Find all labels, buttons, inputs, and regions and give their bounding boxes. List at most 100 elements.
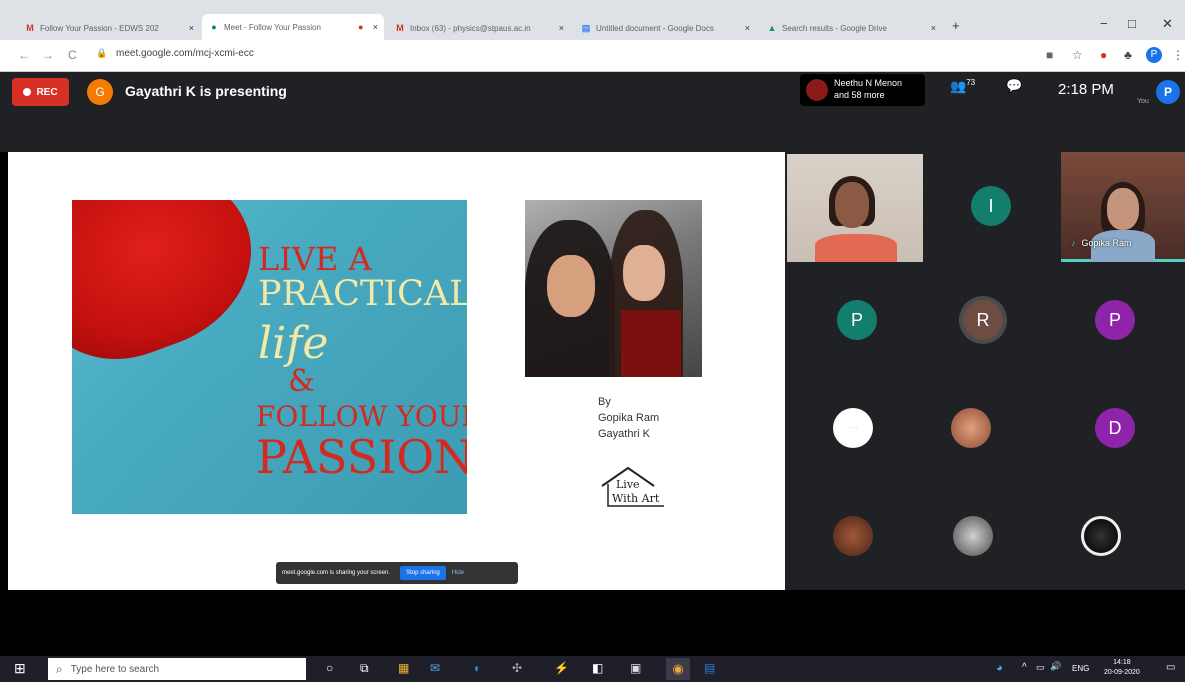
tab-close-icon[interactable]: × [931, 23, 936, 33]
extension-icon[interactable]: ● [1100, 48, 1107, 62]
tab-close-icon[interactable]: × [189, 23, 194, 33]
participant-tile[interactable]: · · · [789, 374, 913, 480]
heart-image [72, 200, 277, 383]
participant-photo-avatar [1081, 516, 1121, 556]
tab-close-icon[interactable]: × [559, 23, 564, 33]
poster-line-2: PRACTICAL [258, 274, 467, 314]
browser-tab-bar: M Follow Your Passion - EDWS 202 × ● Mee… [0, 0, 1185, 40]
poster-line-3: life [258, 318, 329, 369]
gmail-icon: M [26, 23, 34, 33]
screen: M Follow Your Passion - EDWS 202 × ● Mee… [0, 0, 1185, 682]
bookmark-star-icon[interactable]: ☆ [1072, 48, 1083, 62]
gmail-icon: M [396, 23, 404, 33]
tab-close-icon[interactable]: × [373, 22, 378, 32]
chat-button[interactable]: 💬 [1006, 78, 1022, 94]
forward-button[interactable]: → [42, 48, 54, 62]
new-tab-button[interactable]: + [952, 18, 960, 33]
minimize-button[interactable]: − [1100, 16, 1108, 31]
hide-button[interactable]: Hide [452, 570, 464, 576]
credits-name-1: Gopika Ram [598, 412, 660, 424]
participant-tile[interactable] [789, 482, 913, 588]
participant-tile[interactable]: I [927, 152, 1051, 258]
participant-tile[interactable]: P [793, 266, 917, 372]
tab-meet[interactable]: ● Meet - Follow Your Passion ● × [202, 14, 384, 40]
people-button[interactable]: 👥73 [950, 78, 975, 94]
live-with-art-logo: Live With Art [598, 464, 668, 508]
app-icon[interactable]: ▣ [630, 661, 641, 675]
participant-tile[interactable] [1037, 482, 1161, 588]
video-face [1107, 188, 1139, 230]
people-icon: 👥 [950, 78, 967, 94]
app-icon[interactable]: ✣ [512, 661, 522, 675]
windows-start-icon[interactable]: ⊞ [14, 660, 26, 677]
poster-line-6: PASSION [256, 430, 467, 484]
participant-photo-avatar [951, 408, 991, 448]
participant-tile[interactable] [907, 374, 1031, 480]
reload-button[interactable]: C [68, 48, 77, 62]
participant-tile[interactable]: D [1051, 374, 1175, 480]
volume-icon[interactable]: 🔊 [1050, 661, 1061, 672]
participant-video-tile[interactable] [787, 154, 923, 262]
participant-avatar: D [1095, 408, 1135, 448]
participant-photo-avatar [953, 516, 993, 556]
taskbar-search-box[interactable]: ⌕ Type here to search [48, 658, 306, 680]
word-icon[interactable]: ▤ [704, 661, 715, 675]
poster-line-1: LIVE A [258, 240, 372, 278]
tab-label: Inbox (63) - physics@stpaus.ac.in [410, 23, 531, 33]
participant-video-tile-speaking[interactable]: ♪ Gopika Ram [1061, 152, 1185, 262]
poster-line-4: & [288, 364, 315, 399]
mail-icon[interactable]: ✉ [430, 661, 440, 675]
app-icon[interactable]: ⚡ [554, 661, 569, 675]
extension-icon[interactable]: ■ [1046, 48, 1053, 62]
screen-share-bar: meet.google.com is sharing your screen. … [276, 562, 518, 584]
chrome-icon[interactable]: ◉ [666, 658, 690, 680]
profile-avatar[interactable]: P [1146, 47, 1162, 63]
edge-icon[interactable]: ◐ [474, 661, 481, 675]
maximize-button[interactable]: □ [1128, 16, 1136, 31]
taskbar-clock[interactable]: 14:18 20-09-2020 [1104, 658, 1140, 678]
participant-tile[interactable]: R [919, 266, 1043, 372]
tray-chevron-icon[interactable]: ^ [1022, 662, 1027, 673]
cortana-icon[interactable]: ○ [326, 661, 333, 675]
menu-icon[interactable]: ⋮ [1172, 48, 1184, 62]
photo-dress [621, 310, 681, 377]
file-explorer-icon[interactable]: ▦ [398, 661, 409, 675]
photo-face [547, 255, 595, 317]
tray-app-icon[interactable]: ◕ [996, 662, 1003, 674]
chat-icon: 💬 [1006, 78, 1023, 93]
recording-dot-icon: ● [358, 22, 364, 32]
url-field[interactable]: 🔒 meet.google.com/mcj-xcmi-ecc [96, 48, 254, 59]
back-button[interactable]: ← [18, 48, 30, 62]
poster-line-5: FOLLOW YOUR [256, 400, 467, 433]
close-window-button[interactable]: ✕ [1162, 16, 1173, 32]
battery-icon[interactable]: ▭ [1036, 662, 1045, 673]
tab-close-icon[interactable]: × [745, 23, 750, 33]
participant-tile[interactable]: P [1051, 266, 1175, 372]
participant-avatar: R [963, 300, 1003, 340]
logo-text-2: With Art [612, 492, 660, 505]
you-label: You [1137, 98, 1149, 105]
participant-photo-avatar: · · · [833, 408, 873, 448]
self-avatar[interactable]: P [1156, 80, 1180, 104]
language-indicator[interactable]: ENG [1072, 664, 1089, 673]
participant-avatar: P [837, 300, 877, 340]
tab-google-docs[interactable]: ▤ Untitled document - Google Docs × [574, 16, 756, 40]
participants-grid: I ♪ Gopika Ram P R P · · · D [785, 152, 1185, 590]
meet-top-bar: REC G Gayathri K is presenting Neethu N … [0, 72, 1185, 152]
participant-name-label: ♪ Gopika Ram [1071, 238, 1132, 248]
store-icon[interactable]: ◧ [592, 661, 603, 675]
tab-follow-your-passion[interactable]: M Follow Your Passion - EDWS 202 × [18, 16, 200, 40]
participant-tile[interactable] [909, 482, 1033, 588]
windows-taskbar: ⊞ ⌕ Type here to search ○ ⧉ ▦ ✉ ◐ ✣ ⚡ ◧ … [0, 656, 1185, 682]
tab-inbox[interactable]: M Inbox (63) - physics@stpaus.ac.in × [388, 16, 570, 40]
notification-icon[interactable]: ▭ [1166, 662, 1175, 673]
participant-avatar: P [1095, 300, 1135, 340]
stop-sharing-button[interactable]: Stop sharing [400, 566, 446, 580]
task-view-icon[interactable]: ⧉ [360, 661, 369, 676]
participant-name: Gopika Ram [1081, 238, 1132, 248]
extensions-puzzle-icon[interactable]: ♣ [1124, 48, 1132, 62]
participants-summary[interactable]: Neethu N Menon and 58 more [800, 74, 925, 106]
speaking-mic-icon: ♪ [1071, 238, 1076, 248]
tab-google-drive[interactable]: ▲ Search results - Google Drive × [760, 16, 942, 40]
video-face [835, 182, 869, 228]
